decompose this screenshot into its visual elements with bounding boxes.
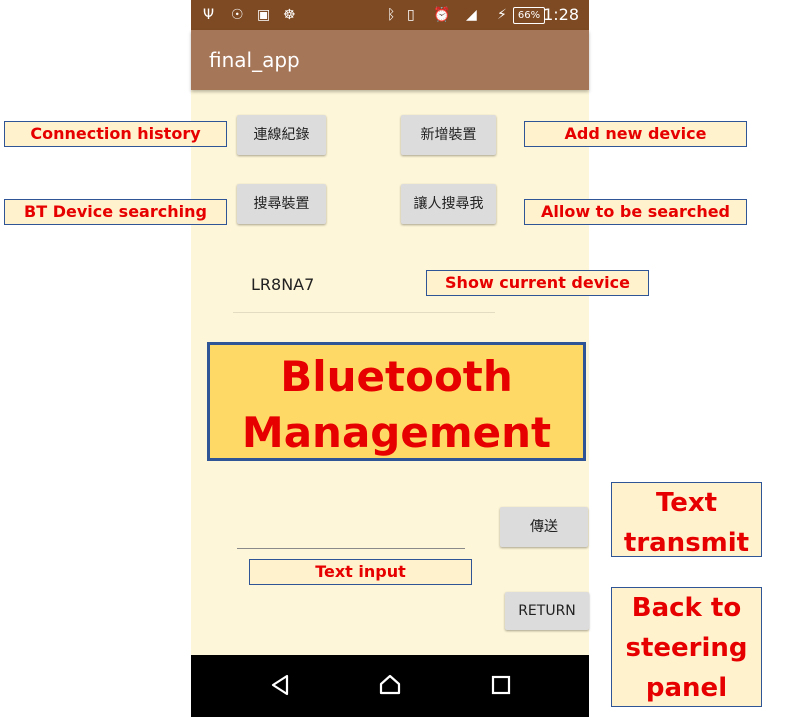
annotation-back-to-steering-panel: Back to steering panel bbox=[611, 587, 762, 707]
annotation-bt-device-searching: BT Device searching bbox=[4, 199, 227, 225]
annotation-show-current-device: Show current device bbox=[426, 270, 649, 296]
status-bar: Ψ ☉ ▣ ☸ ᛒ ▯ ⏰ ◢ ⚡ 66% 1:28 bbox=[191, 0, 589, 30]
add-device-button[interactable]: 新增裝置 bbox=[401, 115, 496, 155]
text-transmit-line-1: Text bbox=[655, 488, 718, 518]
battery-indicator: 66% bbox=[513, 7, 545, 24]
android-icon: ☸ bbox=[283, 7, 296, 23]
annotation-allow-to-be-searched: Allow to be searched bbox=[524, 199, 747, 225]
vibrate-icon: ▯ bbox=[407, 7, 415, 23]
recents-icon[interactable] bbox=[490, 673, 512, 697]
divider bbox=[233, 312, 495, 313]
image-icon: ▣ bbox=[257, 7, 271, 23]
banner-line-2: Management bbox=[241, 408, 552, 457]
annotation-connection-history: Connection history bbox=[4, 121, 227, 147]
annotation-add-new-device: Add new device bbox=[524, 121, 747, 147]
annotation-text-input: Text input bbox=[249, 559, 472, 585]
back-line-3: panel bbox=[645, 673, 728, 703]
bluetooth-icon: ᛒ bbox=[387, 7, 396, 23]
annotation-text-transmit: Text transmit bbox=[611, 482, 762, 558]
bulb-icon: ☉ bbox=[231, 7, 244, 23]
allow-discover-button[interactable]: 讓人搜尋我 bbox=[401, 184, 496, 224]
back-line-1: Back to bbox=[631, 593, 742, 623]
connection-history-button[interactable]: 連線紀錄 bbox=[237, 115, 326, 155]
back-line-2: steering bbox=[625, 633, 748, 663]
banner-line-1: Bluetooth bbox=[280, 352, 513, 401]
alarm-icon: ⏰ bbox=[433, 7, 451, 23]
search-devices-button[interactable]: 搜尋裝置 bbox=[237, 184, 326, 224]
navigation-bar bbox=[191, 655, 589, 717]
text-input-field[interactable] bbox=[237, 520, 465, 549]
return-button[interactable]: RETURN bbox=[505, 592, 589, 630]
signal-icon: ◢ bbox=[466, 7, 477, 23]
back-icon[interactable] bbox=[269, 673, 291, 697]
usb-icon: Ψ bbox=[203, 7, 215, 23]
current-device-name: LR8NA7 bbox=[251, 275, 315, 294]
text-transmit-line-2: transmit bbox=[623, 528, 750, 558]
app-bar: final_app bbox=[191, 30, 589, 90]
clock: 1:28 bbox=[543, 5, 579, 24]
send-button[interactable]: 傳送 bbox=[500, 507, 588, 547]
app-title: final_app bbox=[209, 48, 300, 72]
home-icon[interactable] bbox=[378, 673, 402, 697]
bluetooth-management-banner: Bluetooth Management bbox=[207, 342, 586, 461]
charging-icon: ⚡ bbox=[497, 7, 507, 23]
